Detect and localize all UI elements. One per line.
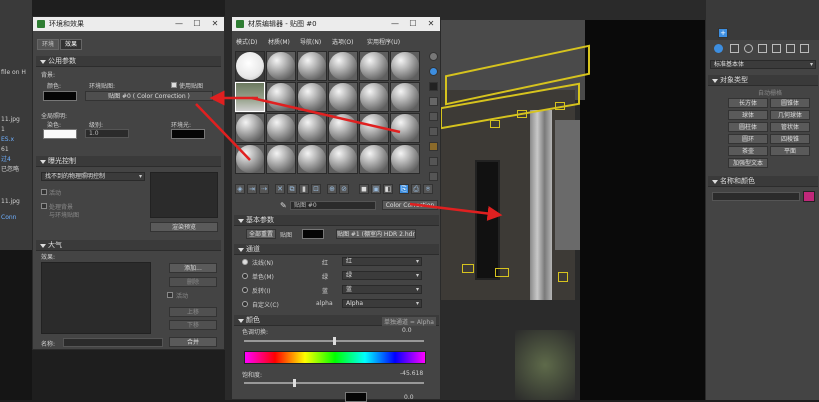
arrow-type-to-right <box>409 202 503 221</box>
annotation-arrows <box>195 90 503 221</box>
arrow-slot-to-editor <box>251 96 401 134</box>
arrow-slot-down <box>195 103 251 161</box>
